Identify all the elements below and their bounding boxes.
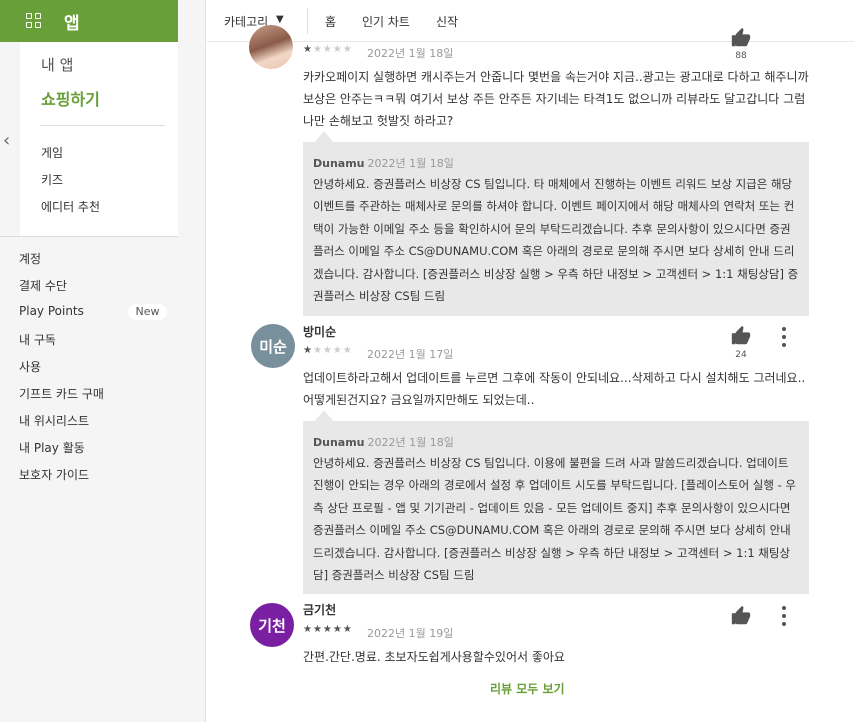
developer-reply: Dunamu 2022년 1월 18일 안녕하세요. 증권플러스 비상장 CS 팀… [303, 142, 809, 316]
chevron-down-icon[interactable]: ▼ [276, 14, 284, 25]
reply-date: 2022년 1월 18일 [367, 436, 454, 449]
reply-pointer [315, 131, 333, 142]
review-text: 간편.간단.명료. 초보자도쉽게사용할수있어서 좋아요 [303, 650, 565, 664]
see-all-reviews-button[interactable]: 리뷰 모두 보기 [490, 680, 565, 697]
reply-pointer [315, 410, 333, 421]
reviewer-name: 금기천 [303, 603, 337, 617]
top-nav: 카테고리 ▼ 홈 인기 차트 신작 [207, 0, 854, 42]
more-vert-icon[interactable] [779, 606, 789, 626]
reply-date: 2022년 1월 18일 [367, 157, 454, 170]
developer-reply: Dunamu 2022년 1월 18일 안녕하세요. 증권플러스 비상장 CS 팀… [303, 421, 809, 594]
thumbs-up-icon[interactable] [730, 27, 752, 49]
avatar [249, 25, 293, 69]
star-rating: ★★★★★ [303, 624, 353, 635]
reply-text: 안녕하세요. 증권플러스 비상장 CS 팀입니다. 타 매체에서 진행하는 이벤… [313, 177, 799, 304]
tab-home[interactable]: 홈 [325, 13, 336, 30]
star-rating: ★★★★★ [303, 44, 353, 55]
review-date: 2022년 1월 18일 [367, 47, 454, 60]
developer-name: Dunamu [313, 436, 365, 449]
nav-play-points[interactable]: Play Points [19, 304, 84, 318]
reviewer-name: 방미순 [303, 325, 337, 339]
nav-payment-methods[interactable]: 결제 수단 [19, 277, 67, 294]
new-badge: New [128, 304, 167, 320]
apps-header[interactable]: 앱 [0, 0, 178, 42]
reply-text: 안녕하세요. 증권플러스 비상장 CS 팀입니다. 이용에 불편을 드려 사과 … [313, 456, 797, 583]
nav-category-editors-choice[interactable]: 에디터 추천 [41, 198, 100, 215]
nav-my-apps[interactable]: 내 앱 [41, 54, 73, 75]
divider [307, 8, 308, 34]
sidebar: 앱 ‹ 내 앱 쇼핑하기 게임 키즈 에디터 추천 계정 결제 수단 Play … [0, 0, 206, 722]
star-rating: ★★★★★ [303, 345, 353, 356]
divider [0, 236, 178, 237]
helpful-count: 88 [735, 51, 747, 61]
nav-parent-guide[interactable]: 보호자 가이드 [19, 466, 89, 483]
avatar: 기천 [250, 603, 294, 647]
tab-top-charts[interactable]: 인기 차트 [362, 13, 410, 30]
apps-grid-icon [26, 13, 41, 28]
helpful-count: 24 [735, 350, 747, 360]
thumbs-up-icon[interactable] [730, 325, 752, 347]
nav-category-kids[interactable]: 키즈 [41, 171, 63, 188]
review-text: 카카오페이지 실행하면 캐시주는거 안줍니다 몇번을 속는거야 지금..광고는 … [303, 70, 809, 128]
developer-name: Dunamu [313, 157, 365, 170]
chevron-left-icon[interactable]: ‹ [3, 130, 10, 151]
review-text: 업데이트하라고해서 업데이트를 누르면 그후에 작동이 안되네요...삭제하고 … [303, 371, 806, 407]
nav-account[interactable]: 계정 [19, 250, 41, 267]
tab-new-releases[interactable]: 신작 [436, 13, 458, 30]
thumbs-up-icon[interactable] [730, 605, 752, 627]
nav-subscriptions[interactable]: 내 구독 [19, 331, 56, 348]
nav-redeem[interactable]: 사용 [19, 358, 41, 375]
nav-category-games[interactable]: 게임 [41, 144, 63, 161]
nav-wishlist[interactable]: 내 위시리스트 [19, 412, 89, 429]
nav-buy-gift-card[interactable]: 기프트 카드 구매 [19, 385, 104, 402]
avatar: 미순 [251, 324, 295, 368]
nav-play-activity[interactable]: 내 Play 활동 [19, 439, 85, 456]
review-date: 2022년 1월 19일 [367, 627, 454, 640]
apps-label: 앱 [64, 14, 80, 34]
more-vert-icon[interactable] [779, 327, 789, 347]
nav-shopping[interactable]: 쇼핑하기 [41, 86, 100, 110]
divider [40, 125, 165, 126]
review-date: 2022년 1월 17일 [367, 348, 454, 361]
